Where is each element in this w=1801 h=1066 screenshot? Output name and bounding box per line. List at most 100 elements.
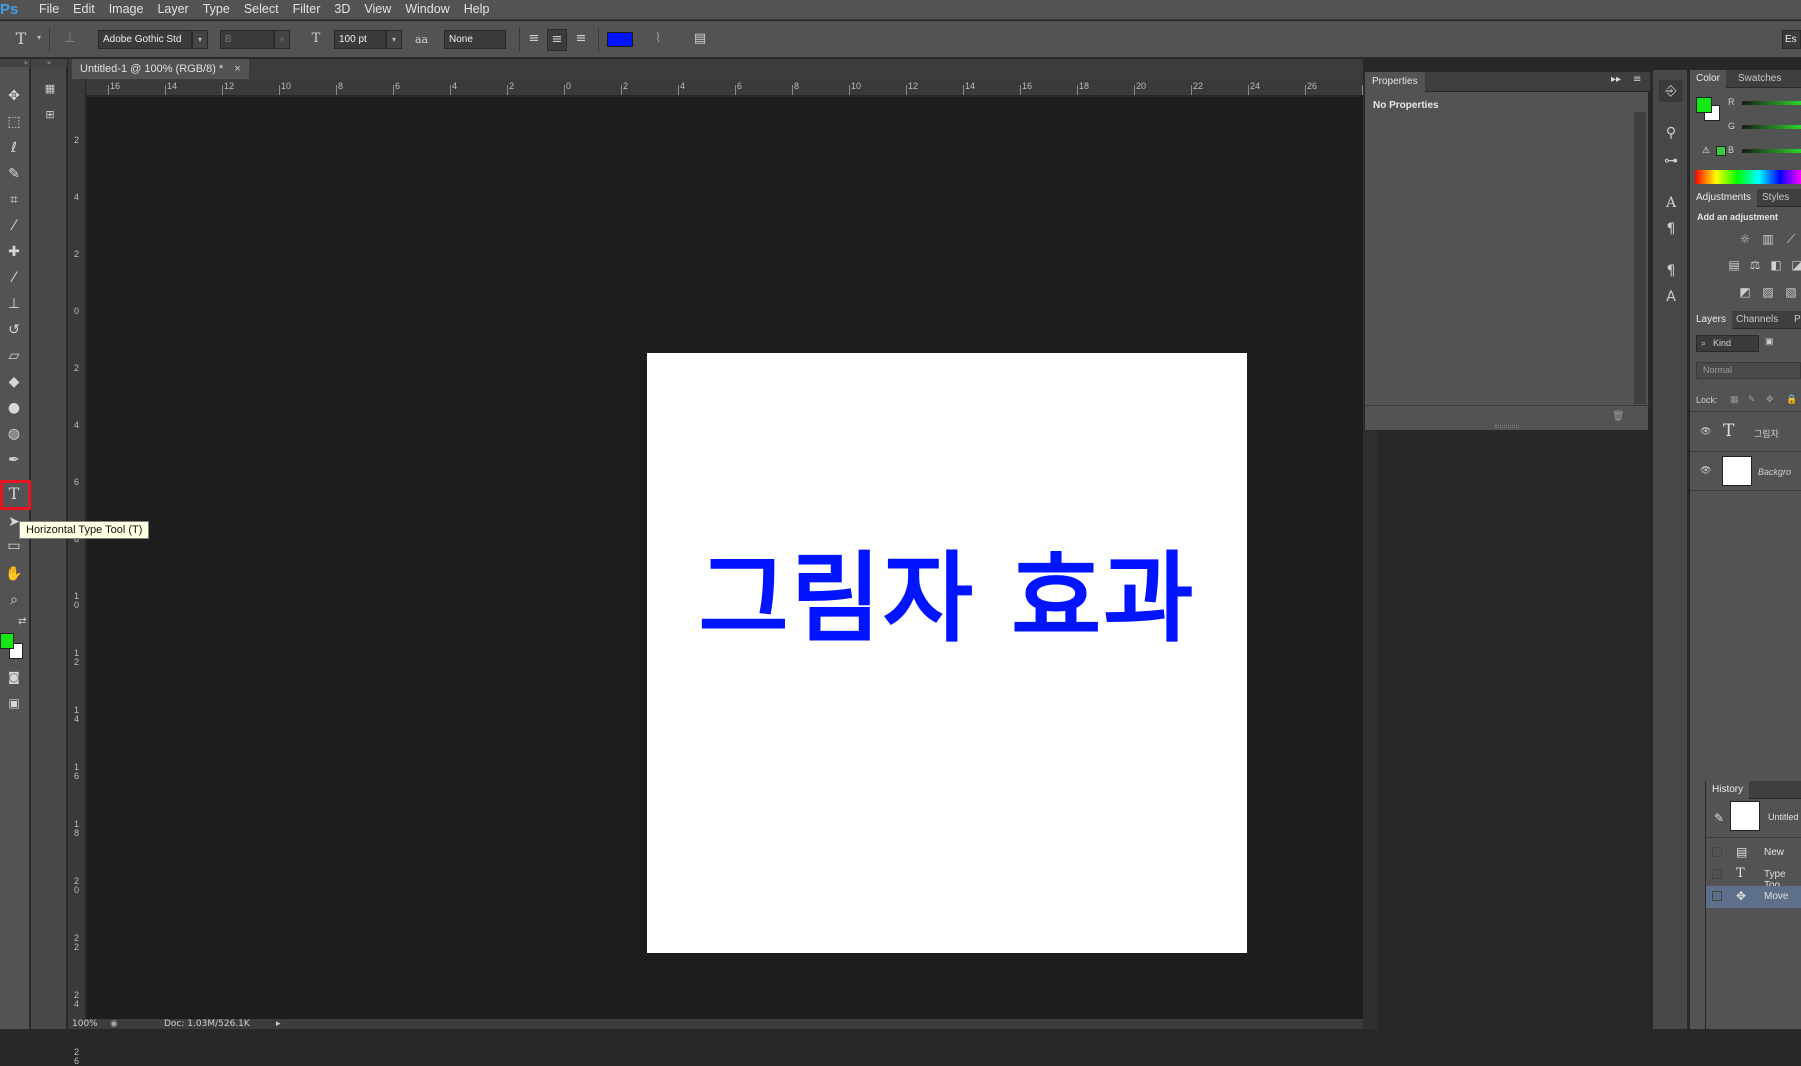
blend-mode-select[interactable]: Normal [1696, 362, 1801, 379]
tab-styles[interactable]: Styles [1756, 189, 1795, 207]
character-styles-icon[interactable]: A [1659, 286, 1683, 308]
zoom-tool-icon[interactable]: ⌕ [2, 589, 26, 611]
tab-channels[interactable]: Channels [1730, 311, 1784, 329]
visibility-eye-icon[interactable]: 👁 [1700, 426, 1711, 437]
history-brush-source-box[interactable] [1712, 869, 1722, 879]
properties-scrollbar[interactable] [1634, 112, 1646, 404]
workspace-switcher[interactable]: Es [1782, 30, 1801, 49]
gamut-warning-icon[interactable]: ⚠ [1702, 145, 1710, 156]
text-color-swatch[interactable] [607, 32, 633, 47]
lock-image-icon[interactable]: ✎ [1748, 394, 1756, 405]
timeline-icon[interactable]: ⊞ [40, 108, 60, 126]
dodge-tool-icon[interactable]: ◍ [2, 423, 26, 445]
menu-window[interactable]: Window [398, 0, 456, 20]
color-balance-icon[interactable]: ⚖ [1747, 258, 1763, 272]
web-safe-swatch[interactable] [1716, 146, 1726, 156]
font-family-field[interactable]: Adobe Gothic Std [98, 30, 192, 49]
horizontal-ruler[interactable]: 161412108642024681012141618202224262 [86, 79, 1369, 96]
clone-stamp-tool-icon[interactable]: ⊥ [2, 293, 26, 315]
blur-tool-icon[interactable]: ● [2, 397, 26, 419]
paragraph-styles-icon[interactable]: ¶ [1659, 260, 1683, 282]
quick-selection-tool-icon[interactable]: ✎ [2, 163, 26, 185]
vertical-ruler[interactable]: 242024681 01 21 41 61 82 02 22 42 6 [68, 79, 86, 1066]
resize-handle[interactable] [1495, 425, 1519, 428]
history-brush-tool-icon[interactable]: ↺ [2, 319, 26, 341]
history-brush-source-box[interactable] [1712, 891, 1722, 901]
eraser-tool-icon[interactable]: ▱ [2, 345, 26, 367]
channel-b-slider[interactable] [1742, 149, 1801, 153]
menu-select[interactable]: Select [237, 0, 286, 20]
panel-collapse-icon[interactable]: ▸▸ [1611, 74, 1621, 85]
history-panel-icon[interactable]: ⎆ [1659, 80, 1683, 102]
layer-row-text[interactable]: 👁 T 그림자 [1690, 414, 1801, 452]
brush-panel-icon[interactable]: ⚲ [1659, 122, 1683, 144]
menu-file[interactable]: File [32, 0, 66, 20]
font-size-field[interactable]: 100 pt [334, 30, 386, 49]
font-family-chevron-down-icon[interactable]: ▾ [192, 30, 208, 49]
menu-type[interactable]: Type [196, 0, 237, 20]
channel-g-slider[interactable] [1742, 125, 1801, 129]
paint-bucket-tool-icon[interactable]: ◆ [2, 371, 26, 393]
tab-paths[interactable]: P [1788, 311, 1801, 329]
filter-pixel-icon[interactable]: ▣ [1765, 336, 1774, 347]
tab-properties[interactable]: Properties [1365, 72, 1425, 92]
font-style-chevron-down-icon[interactable]: ▾ [274, 30, 290, 49]
hand-tool-icon[interactable]: ✋ [2, 563, 26, 585]
type-tool-preset-icon[interactable]: T [10, 29, 32, 49]
color-foreground-swatch[interactable] [1696, 97, 1712, 113]
brush-presets-icon[interactable]: ⊶ [1659, 150, 1683, 172]
tab-swatches[interactable]: Swatches [1732, 70, 1787, 88]
eyedropper-tool-icon[interactable]: ⁄ [2, 215, 26, 237]
canvas-text-layer[interactable]: 그림자 효과 [647, 539, 1247, 659]
levels-icon[interactable]: ▥ [1760, 232, 1776, 246]
hue-saturation-icon[interactable]: ▤ [1726, 258, 1742, 272]
move-tool-icon[interactable]: ✥ [2, 85, 26, 107]
marquee-tool-icon[interactable]: ⬚ [2, 111, 26, 133]
trash-icon[interactable]: 🗑 [1612, 411, 1625, 422]
align-left-icon[interactable]: ≡ [524, 29, 544, 49]
photo-filter-icon[interactable]: ◪ [1789, 258, 1801, 272]
history-item[interactable]: ▤ New [1706, 842, 1801, 864]
anti-alias-select[interactable]: None [444, 30, 506, 49]
toolbox-collapse-icon[interactable]: » [0, 59, 30, 67]
align-center-icon[interactable]: ≡ [547, 29, 567, 51]
zoom-level[interactable]: 100% [72, 1019, 98, 1029]
tab-color[interactable]: Color [1690, 70, 1726, 88]
tab-layers[interactable]: Layers [1690, 311, 1733, 329]
tab-adjustments[interactable]: Adjustments [1690, 189, 1758, 207]
quick-mask-icon[interactable]: ◙ [2, 666, 26, 688]
menu-edit[interactable]: Edit [66, 0, 102, 20]
font-size-chevron-down-icon[interactable]: ▾ [386, 30, 402, 49]
character-panel-icon[interactable]: A [1659, 192, 1683, 214]
screen-mode-icon[interactable]: ▣ [2, 692, 26, 714]
layer-row-background[interactable]: 👁 Backgro [1690, 453, 1801, 491]
close-icon[interactable]: × [234, 63, 240, 75]
brightness-contrast-icon[interactable]: ☼ [1737, 232, 1753, 246]
menu-filter[interactable]: Filter [286, 0, 328, 20]
curves-icon[interactable]: ⟋ [1783, 232, 1799, 246]
warp-text-icon[interactable]: ⌇ [648, 29, 668, 49]
status-menu-arrow-icon[interactable]: ▸ [276, 1019, 281, 1029]
lock-position-icon[interactable]: ✥ [1766, 394, 1774, 405]
pen-tool-icon[interactable]: ✒ [2, 449, 26, 471]
gradient-map-icon[interactable]: ▧ [1783, 285, 1799, 299]
secondary-toolbar-collapse-icon[interactable]: » [31, 59, 67, 67]
swap-colors-icon[interactable]: ⇄ [18, 616, 26, 627]
history-brush-source-box[interactable] [1712, 847, 1722, 857]
mini-bridge-icon[interactable]: ▦ [40, 82, 60, 100]
menu-layer[interactable]: Layer [150, 0, 195, 20]
invert-icon[interactable]: ◩ [1737, 285, 1753, 299]
layer-filter-select[interactable]: ⌕ Kind [1696, 335, 1759, 352]
channel-r-slider[interactable] [1742, 101, 1801, 105]
history-item[interactable]: T Type Too [1706, 864, 1801, 891]
brush-tool-icon[interactable]: ⁄ [2, 267, 26, 289]
lock-transparent-icon[interactable]: ▦ [1730, 394, 1739, 405]
menu-3d[interactable]: 3D [327, 0, 357, 20]
document-tab[interactable]: Untitled-1 @ 100% (RGB/8) * × [72, 59, 249, 79]
history-item[interactable]: ✥ Move [1706, 886, 1801, 908]
black-white-icon[interactable]: ◧ [1768, 258, 1784, 272]
threshold-icon[interactable]: ▨ [1760, 285, 1776, 299]
tab-history[interactable]: History [1706, 781, 1750, 799]
visibility-eye-icon[interactable]: 👁 [1700, 465, 1711, 476]
menu-view[interactable]: View [357, 0, 398, 20]
